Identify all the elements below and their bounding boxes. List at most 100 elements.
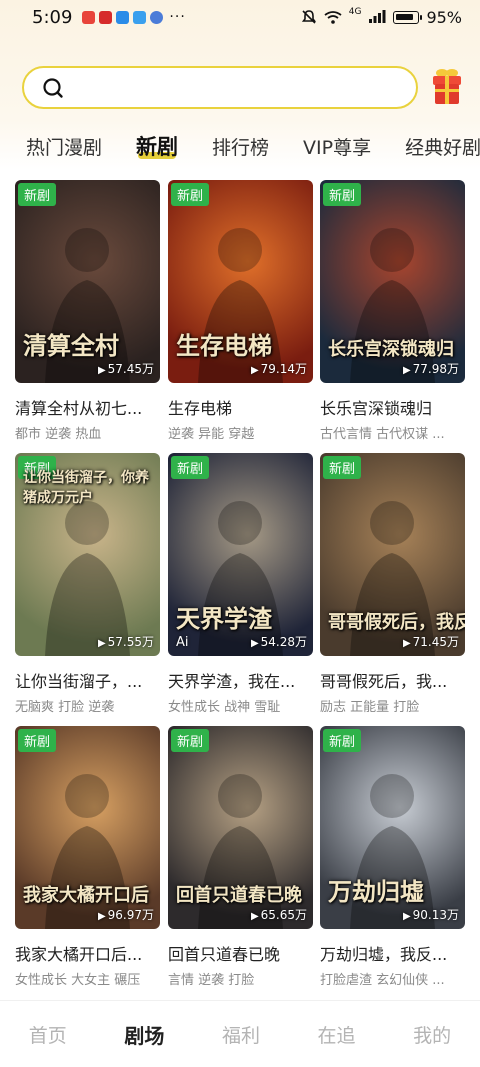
status-bar: 5:09 ··· 4G 95%: [0, 0, 480, 34]
status-right: 4G 95%: [301, 7, 462, 27]
drama-title[interactable]: 让你当街溜子，...: [15, 668, 160, 692]
drama-title[interactable]: 生存电梯: [168, 395, 313, 419]
search-input[interactable]: [74, 78, 394, 97]
nav-theater[interactable]: 剧场: [124, 1020, 164, 1049]
tab-new-dramas[interactable]: 新剧: [136, 131, 178, 161]
drama-tags: 励志 正能量 打脸: [320, 700, 420, 715]
view-count: ▶ 96.97万: [98, 906, 154, 923]
play-icon: ▶: [97, 638, 106, 649]
tab-hot-comics[interactable]: 热门漫剧: [26, 133, 102, 160]
drama-cover[interactable]: 新剧长乐宫深锁魂归 ▶ 77.98万: [320, 180, 465, 383]
view-count-label: 57.45万: [107, 362, 154, 376]
drama-cover[interactable]: 新剧 我家大橘开口后 ▶ 96.97万: [15, 726, 160, 929]
cover-title-art: 回首只道春已晚: [176, 885, 302, 906]
tab-vip[interactable]: VIP尊享: [303, 133, 371, 160]
app-notification-icon: [99, 10, 113, 24]
tab-rankings[interactable]: 排行榜: [212, 133, 269, 160]
new-drama-badge: 新剧: [18, 729, 57, 752]
search-bar[interactable]: [22, 66, 418, 109]
cover-title-art: 生存电梯: [176, 331, 272, 360]
more-notifications-icon: ···: [169, 9, 186, 25]
cover-title-art: 让你当街溜子，你养猪成万元户: [23, 470, 149, 506]
drama-title[interactable]: 哥哥假死后，我...: [320, 668, 465, 692]
app-notification-icon: [133, 10, 147, 24]
play-icon: ▶: [250, 911, 259, 922]
drama-title[interactable]: 我家大橘开口后...: [15, 941, 160, 965]
drama-card[interactable]: 新剧 我家大橘开口后 ▶ 96.97万 我家大橘开口后... 女性成长 大女主 碾压: [15, 726, 160, 988]
new-drama-badge: 新剧: [18, 183, 57, 206]
nav-rewards[interactable]: 福利: [222, 1021, 260, 1048]
drama-cover[interactable]: 新剧生存电梯 ▶ 79.14万: [168, 180, 313, 383]
drama-card[interactable]: 新剧 让你当街溜子，你养猪成万元户 ▶ 57.55万 让你当街溜子，... 无脑爽 打脸 …: [15, 453, 160, 715]
play-icon: ▶: [402, 911, 411, 922]
drama-card[interactable]: 新剧 哥哥假死后，我反 ▶ 71.45万哥哥假死后，我... 励志 正能量 打脸: [320, 453, 465, 715]
drama-title[interactable]: 万劫归墟，我反...: [320, 941, 465, 965]
drama-card[interactable]: 新剧 生存电梯 ▶ 79.14万 生存电梯 逆袭 异能 穿越: [168, 180, 313, 442]
signal-icon: [369, 10, 386, 23]
drama-tags: 无脑爽 打脸 逆袭: [15, 700, 115, 715]
drama-card[interactable]: 新剧万劫归墟 ▶ 90.13万万劫归墟，我反... 打脸虐渣 玄幻仙侠 ...: [320, 726, 465, 988]
new-drama-badge: 新剧: [323, 729, 362, 752]
drama-tags: 打脸虐渣 玄幻仙侠 ...: [320, 973, 445, 988]
view-count-label: 54.28万: [260, 635, 307, 649]
app-notification-icon: [116, 10, 130, 24]
drama-title[interactable]: 回首只道春已晚: [168, 941, 313, 965]
view-count: ▶ 65.65万: [251, 906, 307, 923]
view-count-label: 57.55万: [107, 635, 154, 649]
drama-tags: 都市 逆袭 热血: [15, 427, 102, 442]
drama-tags: 言情 逆袭 打脸: [168, 973, 255, 988]
new-drama-badge: 新剧: [171, 456, 210, 479]
view-count-label: 96.97万: [107, 908, 154, 922]
drama-title[interactable]: 天界学渣，我在...: [168, 668, 313, 692]
tab-classics[interactable]: 经典好剧: [405, 133, 480, 160]
play-icon: ▶: [250, 638, 259, 649]
drama-card[interactable]: 新剧 长乐宫深锁魂归 ▶ 77.98万 长乐宫深锁魂归 古代言情 古代权谋 ...: [320, 180, 465, 442]
new-drama-badge: 新剧: [171, 183, 210, 206]
mute-bell-icon: [301, 10, 316, 24]
drama-cover[interactable]: 新剧万劫归墟 ▶ 90.13万: [320, 726, 465, 929]
play-icon: ▶: [402, 365, 411, 376]
drama-card[interactable]: 新剧天界学渣 Ai ▶ 54.28万天界学渣，我在... 女性成长 战神 雪耻: [168, 453, 313, 715]
drama-card[interactable]: 新剧 回首只道春已晚 ▶ 65.65万 回首只道春已晚 言情 逆袭 打脸: [168, 726, 313, 988]
nav-following[interactable]: 在追: [318, 1021, 356, 1048]
cover-title-art: 我家大橘开口后: [23, 885, 149, 906]
gift-box-icon[interactable]: [431, 67, 463, 107]
play-icon: ▶: [97, 365, 106, 376]
nav-home[interactable]: 首页: [29, 1021, 67, 1048]
view-count: ▶ 71.45万: [403, 633, 459, 650]
drama-cover[interactable]: 新剧 回首只道春已晚 ▶ 65.65万: [168, 726, 313, 929]
search-icon: [43, 77, 63, 98]
view-count: ▶ 57.45万: [98, 360, 154, 377]
notification-app-icons: [82, 10, 164, 24]
view-count-label: 90.13万: [412, 908, 459, 922]
cover-title-art: 长乐宫深锁魂归: [328, 339, 454, 360]
cover-title-art: 天界学渣: [176, 604, 272, 633]
drama-cover[interactable]: 新剧 哥哥假死后，我反 ▶ 71.45万: [320, 453, 465, 656]
play-icon: ▶: [97, 911, 106, 922]
view-count-label: 71.45万: [412, 635, 459, 649]
drama-tags: 女性成长 大女主 碾压: [15, 973, 141, 988]
view-count-label: 79.14万: [260, 362, 307, 376]
view-count: ▶ 54.28万: [251, 633, 307, 650]
drama-title[interactable]: 清算全村从初七...: [15, 395, 160, 419]
drama-tags: 女性成长 战神 雪耻: [168, 700, 281, 715]
view-count: ▶ 57.55万: [98, 633, 154, 650]
play-icon: ▶: [402, 638, 411, 649]
drama-tags: 古代言情 古代权谋 ...: [320, 427, 445, 442]
ai-generated-mark: Ai: [176, 635, 189, 650]
network-type-label: 4G: [348, 7, 362, 17]
battery-icon: [393, 10, 423, 24]
drama-title[interactable]: 长乐宫深锁魂归: [320, 395, 465, 419]
view-count: ▶ 79.14万: [251, 360, 307, 377]
cover-title-art: 万劫归墟: [328, 877, 424, 906]
new-drama-badge: 新剧: [323, 183, 362, 206]
cover-title-art: 清算全村: [23, 331, 119, 360]
drama-card[interactable]: 新剧 清算全村 ▶ 57.45万 清算全村从初七... 都市 逆袭 热血: [15, 180, 160, 442]
drama-cover[interactable]: 新剧 让你当街溜子，你养猪成万元户 ▶ 57.55万: [15, 453, 160, 656]
view-count-label: 77.98万: [412, 362, 459, 376]
status-time: 5:09: [32, 6, 73, 28]
drama-cover[interactable]: 新剧 清算全村 ▶ 57.45万: [15, 180, 160, 383]
nav-profile[interactable]: 我的: [413, 1021, 451, 1048]
drama-cover[interactable]: 新剧天界学渣 Ai ▶ 54.28万: [168, 453, 313, 656]
app-notification-icon: [82, 10, 96, 24]
